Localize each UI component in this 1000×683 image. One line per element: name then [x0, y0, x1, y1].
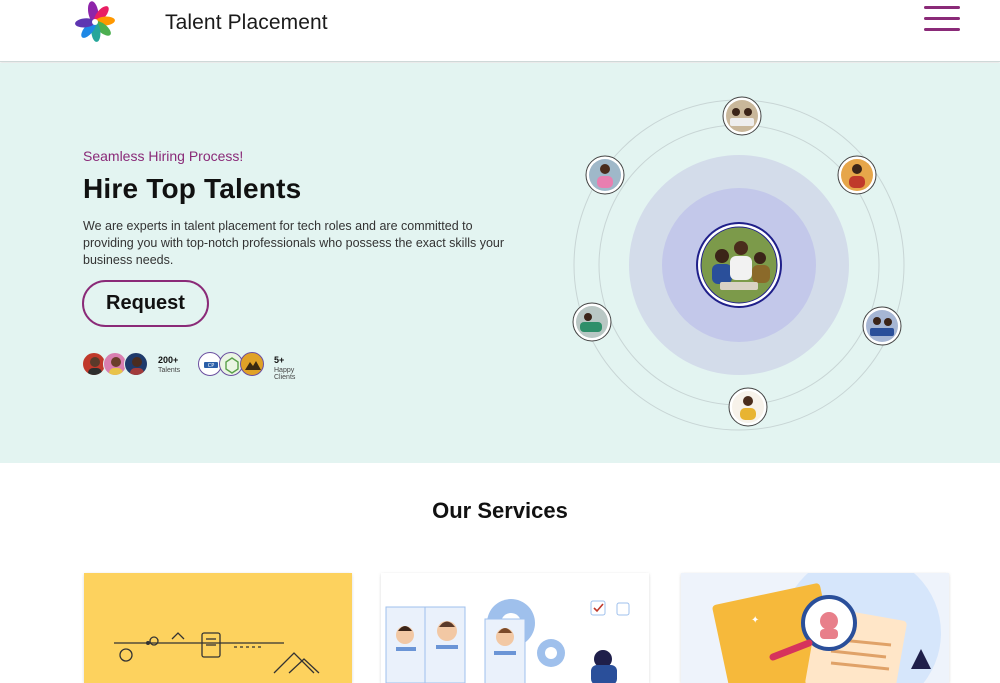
talent-avatar — [124, 352, 148, 376]
orbit-avatar — [585, 155, 625, 195]
request-button[interactable]: Request — [82, 280, 209, 327]
orbit-avatar — [722, 96, 762, 136]
orbit-avatar — [837, 155, 877, 195]
hamburger-menu-icon[interactable] — [924, 6, 960, 36]
hero-tagline: Seamless Hiring Process! — [83, 148, 244, 164]
brand-name[interactable]: Talent Placement — [165, 11, 328, 35]
talent-orbit-graphic — [572, 96, 905, 431]
talents-count: 200+ — [158, 355, 179, 365]
clients-count: 5+ — [274, 355, 285, 365]
svg-text:CP: CP — [208, 363, 215, 369]
flower-logo-icon[interactable] — [72, 0, 118, 44]
top-navbar: Talent Placement — [0, 0, 1000, 62]
hero-description: We are experts in talent placement for t… — [83, 219, 505, 267]
orbit-avatar — [728, 387, 768, 427]
orbit-avatar — [572, 302, 612, 342]
services-heading: Our Services — [432, 498, 568, 523]
talents-label: Talents — [158, 367, 181, 374]
svg-text:✦: ✦ — [751, 615, 759, 626]
client-logo — [240, 352, 264, 376]
clients-label: Happy Clients — [274, 367, 296, 381]
center-team-photo — [700, 226, 778, 304]
orbit-avatar — [862, 306, 902, 346]
hero-title: Hire Top Talents — [83, 173, 302, 204]
hero-section: Seamless Hiring Process! Hire Top Talent… — [0, 63, 1000, 463]
